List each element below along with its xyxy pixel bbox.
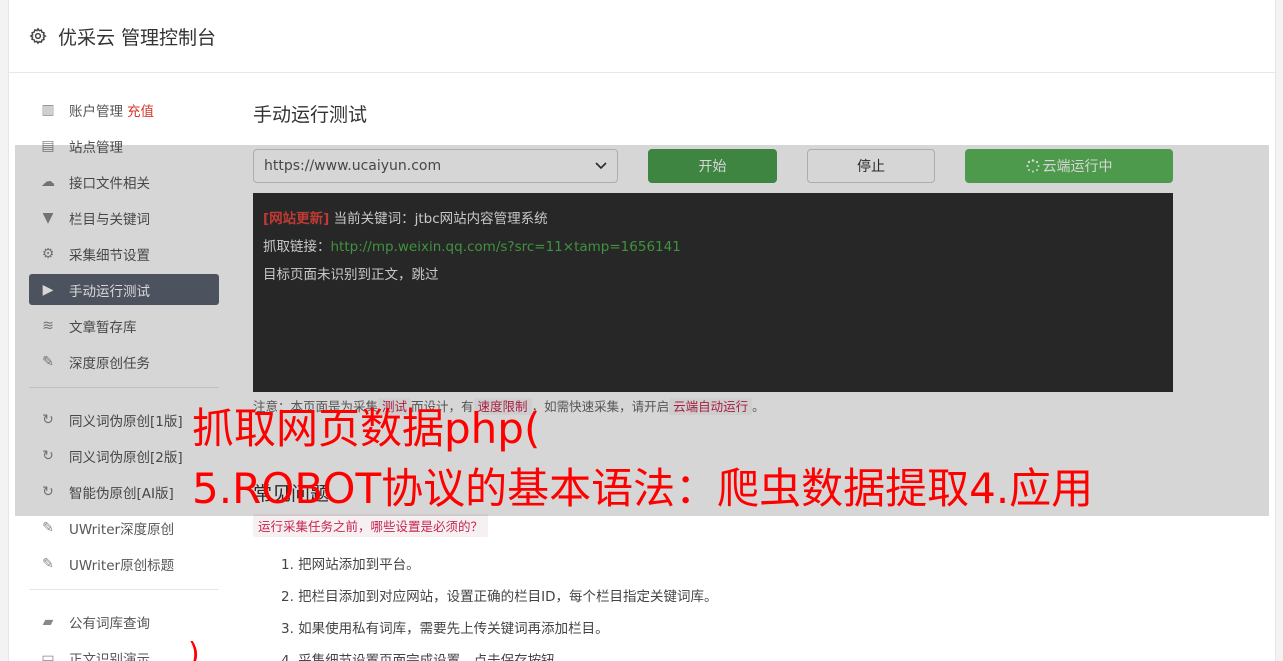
- overlay-caption-line2: 5.ROBOT协议的基本语法：爬虫数据提取4.应用: [192, 464, 1094, 513]
- sidebar-item-label: 正文识别演示: [69, 651, 150, 661]
- list-item: 3. 如果使用私有词库，需要先上传关键词再添加栏目。: [281, 621, 609, 637]
- sidebar-item-uwriter-deep[interactable]: ✎ UWriter深度原创: [29, 512, 219, 543]
- list-item: 4. 采集细节设置页面完成设置，点击保存按钮。: [281, 653, 569, 661]
- app-title: 优采云 管理控制台: [58, 26, 217, 49]
- list-item: 1. 把网站添加到平台。: [281, 557, 420, 573]
- edit-icon: ✎: [42, 555, 54, 572]
- faq-question: 运行采集任务之前，哪些设置是必须的？: [253, 514, 489, 537]
- list-item: 2. 把栏目添加到对应网站，设置正确的栏目ID，每个栏目指定关键词库。: [281, 589, 718, 605]
- bar-chart-icon: ▥: [41, 101, 55, 118]
- overlay-caption-line1: 抓取网页数据php(: [192, 404, 541, 453]
- sidebar-item-label: UWriter深度原创: [69, 521, 175, 538]
- gear-icon: [29, 27, 47, 45]
- book-icon: ▰: [42, 613, 54, 630]
- monitor-icon: ▭: [41, 649, 55, 661]
- overlay-band: [15, 145, 1269, 516]
- edit-icon: ✎: [42, 519, 54, 536]
- sidebar-item-label: 账户管理: [69, 103, 123, 120]
- sidebar-item-label: UWriter原创标题: [69, 557, 175, 574]
- faq-list: 1. 把网站添加到平台。 2. 把栏目添加到对应网站，设置正确的栏目ID，每个栏…: [253, 549, 1193, 661]
- sidebar-divider: [29, 589, 219, 590]
- recharge-link[interactable]: 充值: [127, 100, 154, 120]
- sidebar-item-public-lexicon[interactable]: ▰ 公有词库查询: [29, 606, 219, 637]
- sidebar-item-account[interactable]: ▥ 账户管理 充值: [29, 94, 219, 125]
- sidebar-item-label: 公有词库查询: [69, 615, 150, 632]
- overlay-caption-paren: ): [188, 637, 200, 661]
- top-bar: 优采云 管理控制台: [9, 0, 1275, 73]
- sidebar-item-uwriter-title[interactable]: ✎ UWriter原创标题: [29, 548, 219, 579]
- page-title: 手动运行测试: [253, 104, 368, 126]
